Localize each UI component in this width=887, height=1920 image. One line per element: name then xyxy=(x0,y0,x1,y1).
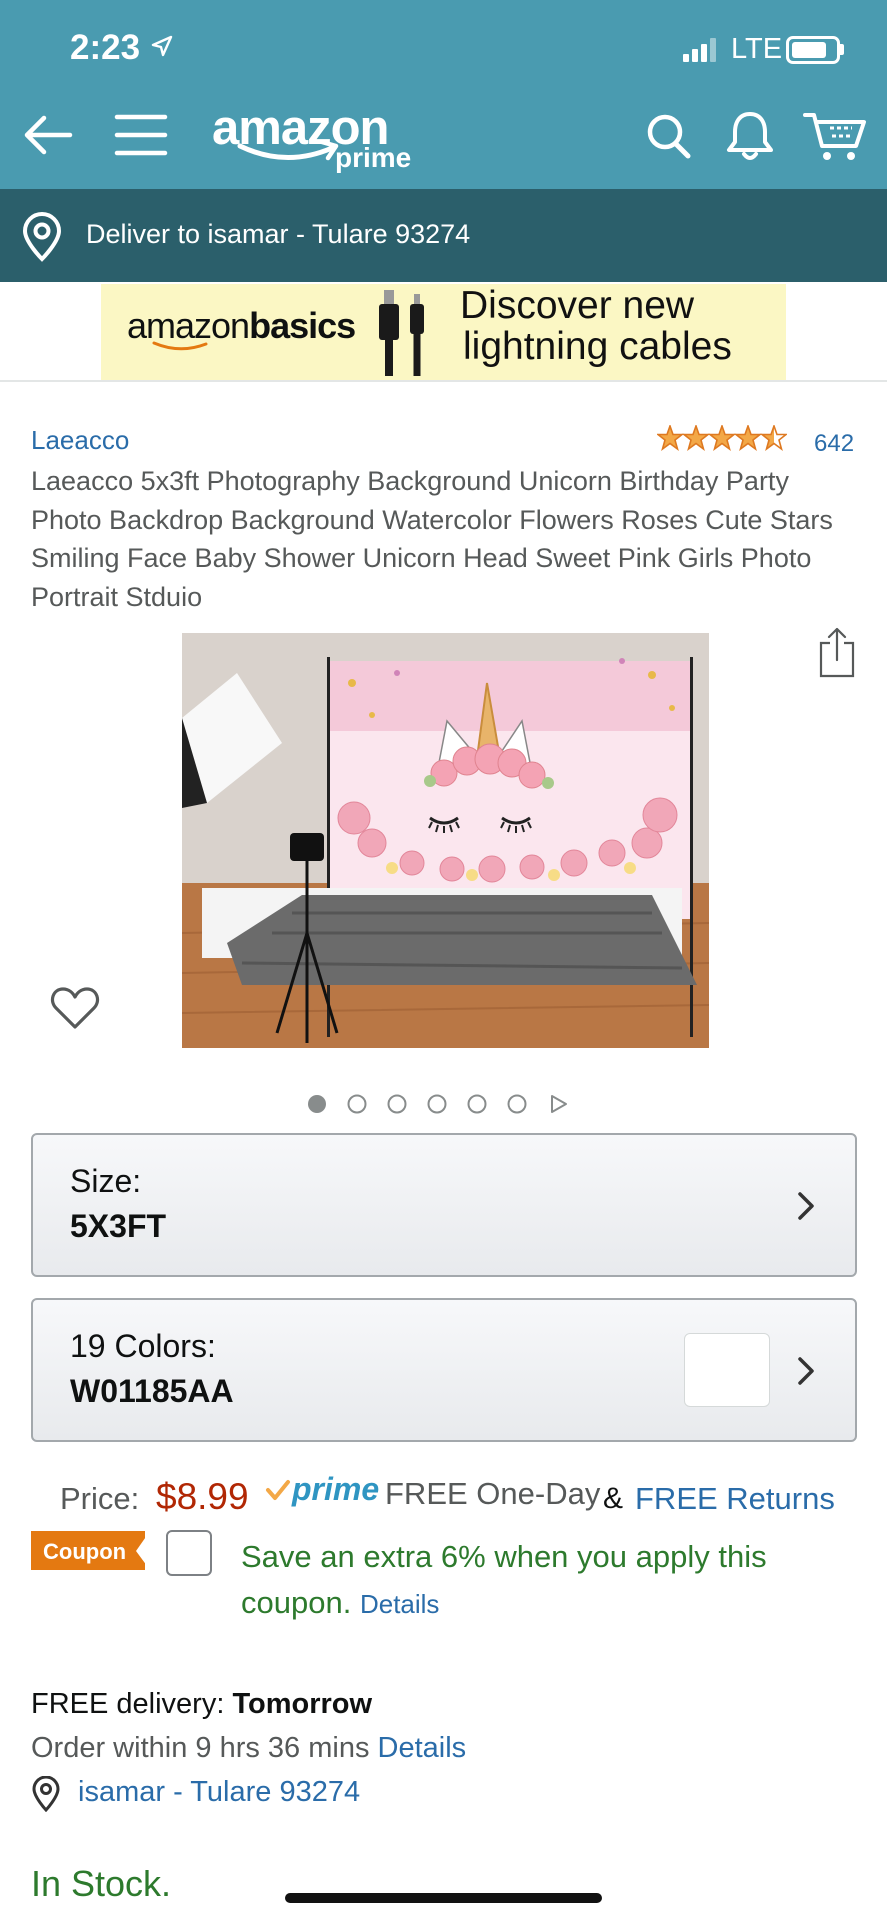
banner-headline-1: Discover new xyxy=(460,284,695,327)
cart-icon[interactable] xyxy=(802,110,868,164)
battery-icon xyxy=(786,36,840,64)
location-pin-icon xyxy=(32,1776,60,1812)
star-rating-icon[interactable] xyxy=(657,425,787,451)
location-arrow-icon xyxy=(151,35,173,57)
price-value: $8.99 xyxy=(156,1476,249,1517)
amazon-smile-logo xyxy=(237,139,339,161)
size-selector[interactable] xyxy=(31,1133,857,1277)
heart-icon[interactable] xyxy=(50,985,100,1031)
prime-logo-label: prime xyxy=(335,142,412,173)
ampersand: & xyxy=(603,1482,624,1515)
image-carousel-dots[interactable] xyxy=(306,1092,570,1116)
stock-status: In Stock. xyxy=(31,1863,172,1904)
price-label: Price: xyxy=(60,1481,140,1516)
product-title: Laeacco 5x3ft Photography Background Uni… xyxy=(31,466,833,612)
size-value: 5X3FT xyxy=(70,1208,167,1244)
notification-bell-icon[interactable] xyxy=(724,108,776,164)
status-time: 2:23 xyxy=(70,28,141,67)
back-arrow-icon[interactable] xyxy=(20,110,76,160)
brand-link[interactable]: Laeacco xyxy=(31,425,129,456)
prime-check-icon xyxy=(266,1480,290,1500)
network-label: LTE xyxy=(731,33,783,65)
lightning-cable-image xyxy=(379,290,424,376)
delivery-address-link[interactable]: isamar - Tulare 93274 xyxy=(78,1776,360,1809)
rating-count-link[interactable]: 642 xyxy=(814,430,854,458)
coupon-description: Save an extra 6% when you apply this cou… xyxy=(241,1539,767,1620)
color-swatch xyxy=(684,1333,770,1407)
free-returns-link[interactable]: FREE Returns xyxy=(635,1481,835,1517)
amazonbasics-smile xyxy=(152,341,208,351)
search-icon[interactable] xyxy=(645,111,693,161)
signal-icon xyxy=(683,38,716,62)
chevron-right-icon xyxy=(798,1357,814,1385)
coupon-badge-notch xyxy=(136,1531,150,1570)
prime-badge: prime xyxy=(292,1471,380,1507)
location-pin-icon xyxy=(22,212,62,262)
home-indicator[interactable] xyxy=(285,1893,602,1903)
chevron-right-icon xyxy=(798,1192,814,1220)
coupon-badge: Coupon xyxy=(31,1531,145,1570)
divider xyxy=(0,380,887,382)
coupon-checkbox[interactable] xyxy=(166,1530,212,1576)
one-day-label: FREE One-Day xyxy=(385,1476,601,1511)
product-image[interactable] xyxy=(182,633,709,1048)
delivery-date: FREE delivery: Tomorrow xyxy=(31,1688,373,1720)
banner-headline-2: lightning cables xyxy=(463,325,732,368)
colors-label: 19 Colors: xyxy=(70,1328,216,1364)
share-icon[interactable] xyxy=(818,627,856,679)
battery-tip xyxy=(840,44,844,55)
coupon-details-link[interactable]: Details xyxy=(360,1589,439,1619)
colors-value: W01185AA xyxy=(70,1373,234,1409)
delivery-details-link[interactable]: Details xyxy=(378,1732,467,1764)
order-countdown: Order within 9 hrs 36 mins Details xyxy=(31,1732,467,1764)
size-label: Size: xyxy=(70,1163,142,1199)
menu-icon[interactable] xyxy=(113,110,169,160)
deliver-to-label[interactable]: Deliver to isamar - Tulare 93274 xyxy=(86,219,470,250)
